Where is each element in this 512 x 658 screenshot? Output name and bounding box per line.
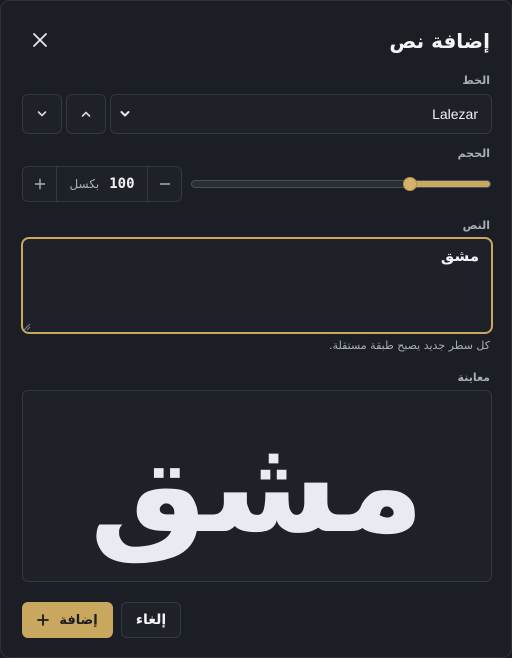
- dialog-title: إضافة نص: [389, 29, 490, 53]
- add-button[interactable]: إضافة: [22, 602, 113, 638]
- add-button-label: إضافة: [59, 612, 98, 628]
- slider-thumb[interactable]: [403, 177, 417, 191]
- cancel-button[interactable]: إلغاء: [121, 602, 181, 638]
- chevron-up-icon: [81, 111, 91, 117]
- size-value-field[interactable]: بكسل 100: [56, 167, 148, 201]
- plus-icon: [34, 178, 45, 190]
- decrement-size-button[interactable]: [148, 167, 181, 201]
- slider-fill: [409, 181, 490, 187]
- font-label: الخط: [462, 74, 490, 87]
- increment-size-button[interactable]: [23, 167, 56, 201]
- minus-icon: [159, 183, 170, 185]
- size-stepper: بكسل 100: [22, 166, 182, 202]
- text-input[interactable]: مشق: [21, 237, 493, 334]
- next-font-button[interactable]: [22, 94, 62, 134]
- select-chevron-icon: [120, 111, 130, 117]
- resize-handle-icon[interactable]: [23, 323, 31, 331]
- chevron-down-icon: [37, 111, 47, 117]
- previous-font-button[interactable]: [66, 94, 106, 134]
- size-value: 100: [109, 176, 135, 192]
- close-button[interactable]: [27, 27, 53, 53]
- preview-label: معاينة: [457, 371, 490, 384]
- font-select-value: Lalezar: [432, 106, 478, 122]
- slider-track: [191, 180, 491, 188]
- close-icon: [33, 33, 47, 47]
- size-unit: بكسل: [69, 177, 100, 191]
- size-slider[interactable]: [191, 177, 491, 191]
- text-label: النص: [462, 219, 490, 232]
- text-hint: كل سطر جديد يصبح طبقة مستقلة.: [329, 339, 490, 352]
- size-label: الحجم: [457, 147, 490, 160]
- preview-text: مشق: [89, 409, 428, 563]
- font-select[interactable]: Lalezar: [110, 94, 492, 134]
- preview-box: مشق: [22, 390, 492, 582]
- add-text-dialog: إضافة نص الخط Lalezar الحجم بكسل 100 الن…: [0, 0, 512, 658]
- plus-icon: [37, 614, 50, 626]
